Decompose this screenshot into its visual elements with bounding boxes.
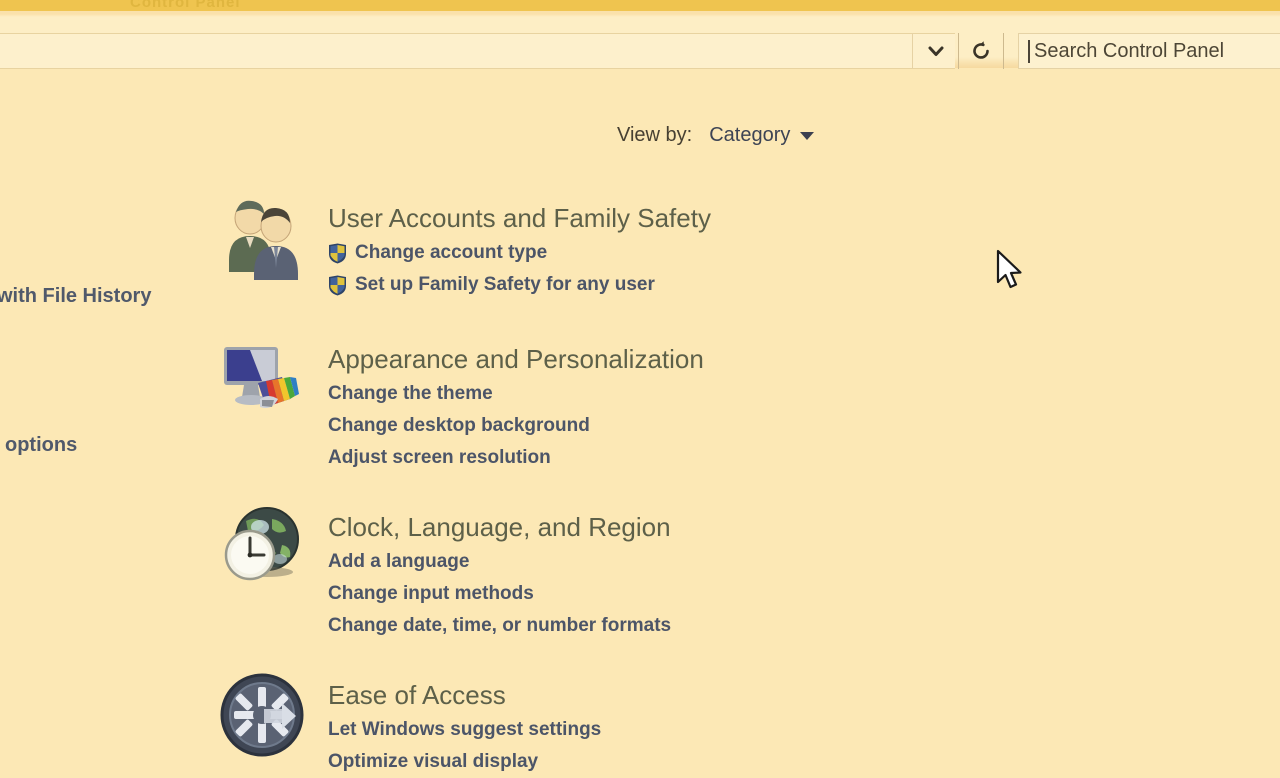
link-let-windows-suggest-settings[interactable]: Let Windows suggest settings — [328, 714, 601, 746]
link-label: Change account type — [355, 242, 548, 263]
chevron-down-icon[interactable] — [912, 33, 958, 69]
link-add-a-language[interactable]: Add a language — [328, 546, 671, 578]
address-input[interactable] — [0, 33, 955, 69]
link-adjust-screen-resolution[interactable]: Adjust screen resolution — [328, 442, 704, 474]
search-placeholder-text: Search Control Panel — [1034, 39, 1225, 62]
category-text-block: Appearance and Personalization Change th… — [328, 337, 704, 474]
link-label: Add a language — [328, 551, 470, 572]
category-title[interactable]: User Accounts and Family Safety — [328, 202, 711, 234]
link-label: Change input methods — [328, 583, 534, 604]
window-title-faint: Control Panel — [130, 0, 241, 11]
category-text-block: Ease of Access Let Windows suggest setti… — [328, 673, 601, 778]
caret-down-icon — [800, 131, 815, 140]
monitor-palette-icon — [220, 337, 304, 421]
globe-clock-icon — [220, 505, 304, 589]
category-appearance-and-personalization: Appearance and Personalization Change th… — [0, 337, 1280, 474]
link-change-input-methods[interactable]: Change input methods — [328, 578, 671, 610]
category-links: Let Windows suggest settings Optimize vi… — [328, 714, 601, 778]
link-label: Change date, time, or number formats — [328, 615, 672, 636]
users-icon — [220, 196, 304, 280]
category-list: User Accounts and Family Safety Change a… — [0, 196, 1280, 778]
link-label: Change desktop background — [328, 415, 590, 436]
refresh-icon[interactable] — [958, 33, 1004, 69]
view-by-control: View by: Category — [617, 124, 815, 147]
link-label: Let Windows suggest settings — [328, 719, 602, 740]
link-label: Optimize visual display — [328, 751, 539, 772]
link-label: Adjust screen resolution — [328, 447, 551, 468]
category-title[interactable]: Appearance and Personalization — [328, 343, 704, 375]
category-links: Change the theme Change desktop backgrou… — [328, 378, 704, 474]
search-input[interactable]: Search Control Panel — [1018, 33, 1280, 69]
category-links: Change account type Set up Family Safety… — [328, 237, 711, 301]
link-set-up-family-safety[interactable]: Set up Family Safety for any user — [328, 269, 711, 301]
ease-of-access-icon — [220, 673, 304, 757]
category-ease-of-access: Ease of Access Let Windows suggest setti… — [0, 673, 1280, 778]
link-change-date-time-number-formats[interactable]: Change date, time, or number formats — [328, 610, 671, 642]
view-by-value: Category — [709, 124, 791, 146]
window-top-accent-strip: Control Panel — [0, 0, 1280, 11]
view-by-label: View by: — [617, 124, 693, 146]
text-caret — [1028, 39, 1030, 63]
category-clock-language-and-region: Clock, Language, and Region Add a langua… — [0, 505, 1280, 642]
category-text-block: Clock, Language, and Region Add a langua… — [328, 505, 671, 642]
link-change-desktop-background[interactable]: Change desktop background — [328, 410, 704, 442]
link-optimize-visual-display[interactable]: Optimize visual display — [328, 746, 601, 778]
category-links: Add a language Change input methods Chan… — [328, 546, 671, 642]
link-label: Change the theme — [328, 383, 493, 404]
link-change-account-type[interactable]: Change account type — [328, 237, 711, 269]
uac-shield-icon — [328, 275, 347, 296]
uac-shield-icon — [328, 243, 347, 264]
category-title[interactable]: Clock, Language, and Region — [328, 511, 671, 543]
view-by-dropdown[interactable]: Category — [709, 124, 815, 147]
address-bar-row: Search Control Panel — [0, 11, 1280, 69]
link-label: Set up Family Safety for any user — [355, 274, 655, 295]
category-user-accounts-and-family-safety: User Accounts and Family Safety Change a… — [0, 196, 1280, 301]
category-title[interactable]: Ease of Access — [328, 679, 601, 711]
link-change-the-theme[interactable]: Change the theme — [328, 378, 704, 410]
category-text-block: User Accounts and Family Safety Change a… — [328, 196, 711, 301]
